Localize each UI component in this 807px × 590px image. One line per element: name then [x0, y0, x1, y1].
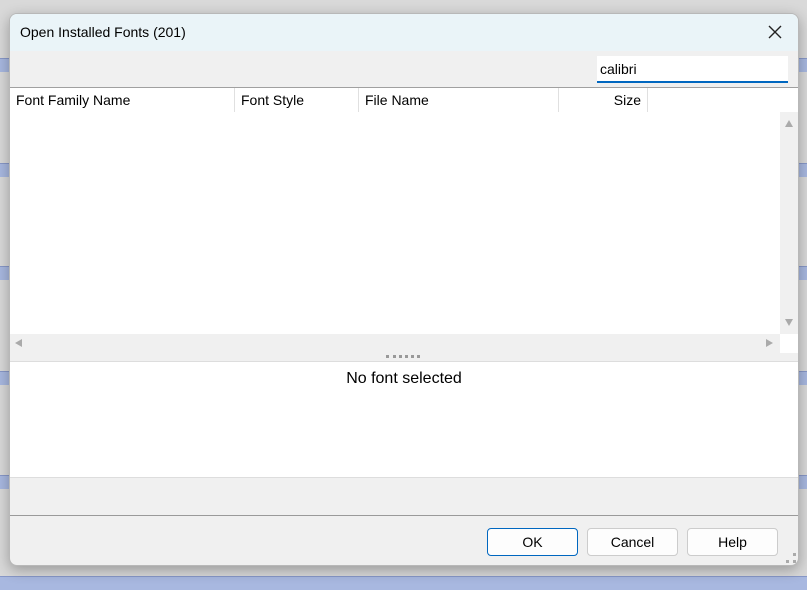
search-input[interactable] — [597, 56, 788, 83]
preview-text: No font selected — [346, 370, 462, 387]
scroll-left-icon[interactable] — [15, 339, 22, 347]
scroll-down-icon[interactable] — [785, 319, 793, 326]
column-header-font-family[interactable]: Font Family Name — [10, 88, 235, 112]
resize-grip-icon[interactable] — [786, 553, 796, 563]
font-list[interactable]: Font Family Name Font Style File Name Si… — [10, 87, 798, 354]
scroll-up-icon[interactable] — [785, 120, 793, 127]
font-preview: No font selected — [10, 361, 798, 478]
open-installed-fonts-dialog: Open Installed Fonts (201) Font Family N… — [9, 13, 799, 566]
close-icon — [768, 25, 782, 39]
divider — [10, 515, 798, 516]
dialog-title: Open Installed Fonts (201) — [20, 24, 186, 40]
splitter-handle[interactable] — [386, 355, 420, 358]
column-header-font-style[interactable]: Font Style — [235, 88, 359, 112]
horizontal-scrollbar[interactable] — [10, 334, 780, 354]
scroll-right-icon[interactable] — [766, 339, 773, 347]
cancel-button[interactable]: Cancel — [587, 528, 678, 556]
title-bar: Open Installed Fonts (201) — [10, 14, 798, 51]
ok-button[interactable]: OK — [487, 528, 578, 556]
help-button[interactable]: Help — [687, 528, 778, 556]
column-header-file-name[interactable]: File Name — [359, 88, 559, 112]
column-header-size[interactable]: Size — [559, 88, 648, 112]
vertical-scrollbar[interactable] — [780, 112, 798, 334]
close-button[interactable] — [760, 18, 790, 46]
background-row — [0, 576, 807, 590]
